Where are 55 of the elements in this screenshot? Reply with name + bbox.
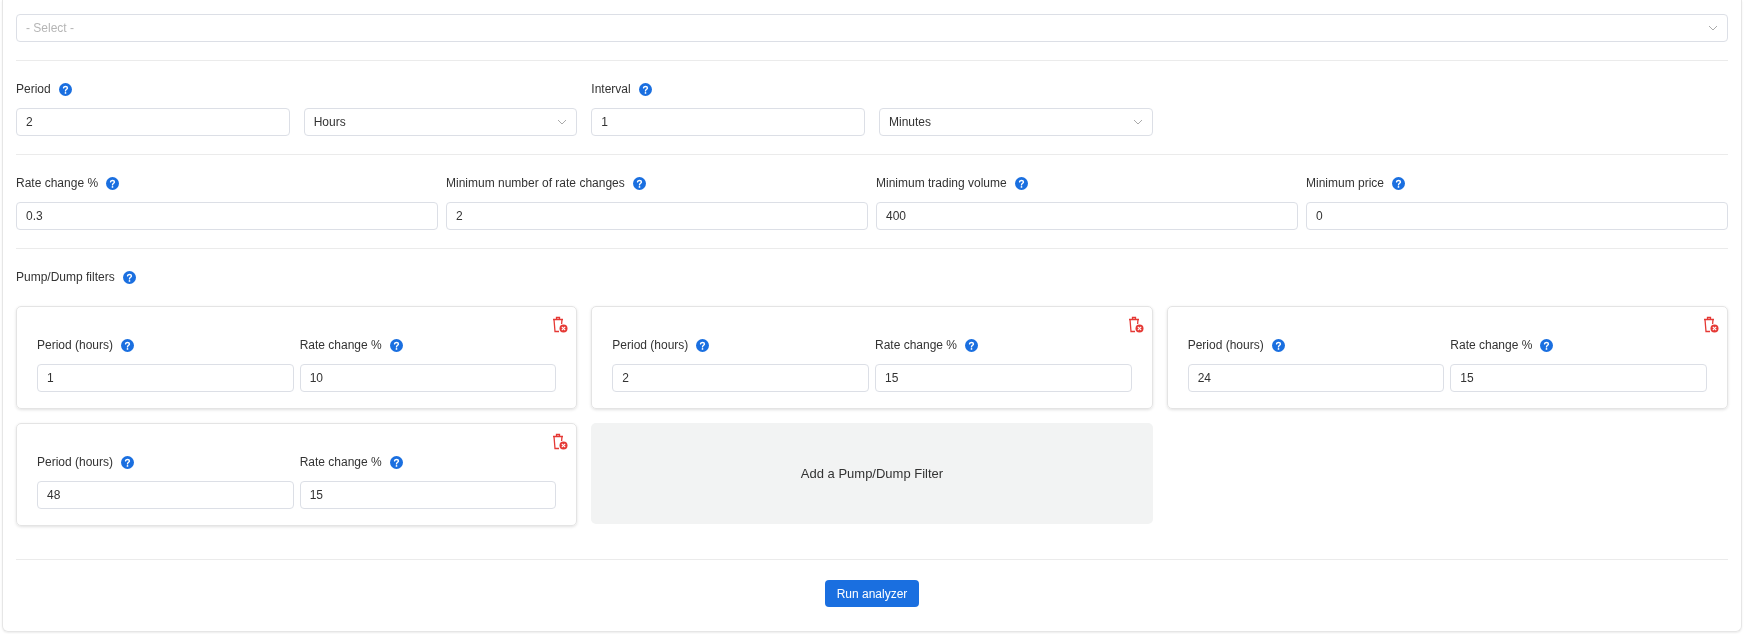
input-field[interactable]: 0	[1306, 202, 1728, 230]
help-icon[interactable]	[58, 82, 72, 96]
input-field[interactable]: 15	[875, 364, 1132, 392]
run-button[interactable]: Run analyzer	[824, 580, 920, 607]
field-label: Period (hours)	[37, 454, 114, 471]
input-field[interactable]: 2	[612, 364, 869, 392]
input-field[interactable]: 0.3	[16, 202, 438, 230]
help-icon[interactable]	[638, 82, 652, 96]
field-label: Rate change %	[16, 175, 99, 192]
help-icon[interactable]	[1540, 338, 1554, 352]
input-field[interactable]: 15	[1450, 364, 1707, 392]
input-field[interactable]: 1	[37, 364, 294, 392]
field-label: Pump/Dump filters	[16, 269, 115, 286]
input-field[interactable]: 10	[299, 364, 557, 392]
help-icon[interactable]	[121, 455, 135, 469]
field-label: Minimum price	[1306, 175, 1384, 192]
help-icon[interactable]	[965, 338, 979, 352]
chevron-down-icon	[1708, 25, 1718, 31]
chevron-down-icon	[557, 119, 568, 125]
help-icon[interactable]	[389, 455, 403, 469]
field-label: Period	[16, 81, 51, 98]
dropdown[interactable]: Minutes	[879, 108, 1153, 136]
help-icon[interactable]	[106, 176, 120, 190]
input-field[interactable]: 1	[591, 108, 865, 136]
input-field[interactable]: 400	[876, 202, 1298, 230]
field-label: Interval	[591, 81, 631, 98]
field-label: Minimum number of rate changes	[446, 175, 625, 192]
help-icon[interactable]	[1271, 338, 1285, 352]
delete-icon[interactable]	[552, 316, 569, 333]
input-field[interactable]: 15	[299, 481, 557, 509]
input-field[interactable]: 24	[1187, 364, 1445, 392]
input-field[interactable]: 2	[16, 108, 290, 136]
help-icon[interactable]	[696, 338, 710, 352]
delete-icon[interactable]	[1703, 316, 1719, 333]
delete-icon[interactable]	[552, 433, 569, 450]
field-label: Period (hours)	[1187, 337, 1264, 354]
help-icon[interactable]	[632, 176, 646, 190]
field-label: Period (hours)	[37, 337, 114, 354]
help-icon[interactable]	[122, 270, 136, 284]
field-label: Minimum trading volume	[876, 175, 1007, 192]
field-label: Period (hours)	[612, 337, 689, 354]
field-label: Rate change %	[1450, 337, 1533, 354]
help-icon[interactable]	[121, 338, 135, 352]
field-label: Rate change %	[875, 337, 958, 354]
chevron-down-icon	[1132, 119, 1143, 125]
delete-icon[interactable]	[1127, 316, 1144, 333]
add-filter-button[interactable]: Add a Pump/Dump Filter	[591, 423, 1153, 524]
input-field[interactable]: 2	[446, 202, 868, 230]
field-label: Rate change %	[299, 337, 382, 354]
help-icon[interactable]	[1014, 176, 1028, 190]
dropdown[interactable]: Hours	[303, 108, 578, 136]
help-icon[interactable]	[1392, 176, 1405, 190]
input-field[interactable]: 48	[37, 481, 294, 509]
field-label: Rate change %	[299, 454, 382, 471]
help-icon[interactable]	[389, 338, 403, 352]
